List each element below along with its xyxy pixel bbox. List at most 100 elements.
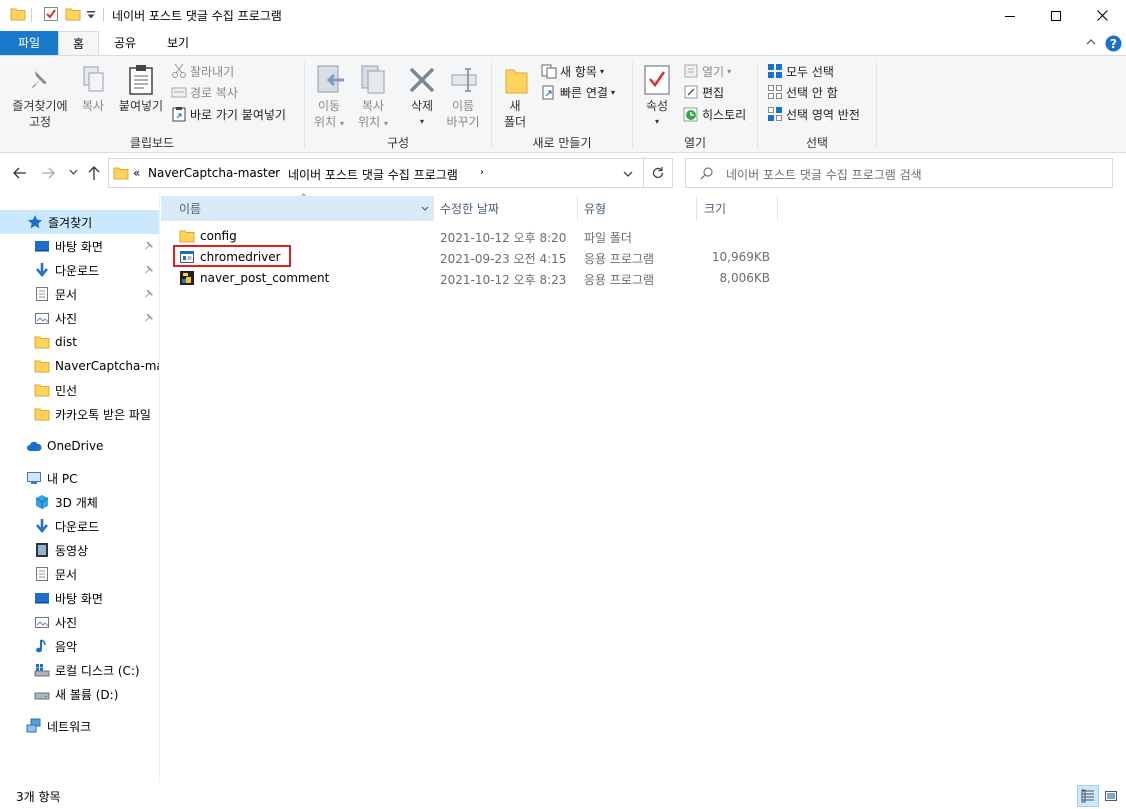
delete-x-icon	[408, 66, 436, 94]
pin-to-quick-access-button[interactable]: 즐겨찾기에 고정	[6, 98, 74, 130]
nav-item-pc-documents[interactable]: 문서	[0, 562, 159, 586]
invert-selection-icon	[768, 107, 782, 121]
nav-item-music[interactable]: 음악	[0, 634, 159, 658]
new-folder-button[interactable]: 새 폴더	[497, 98, 533, 130]
delete-button[interactable]: 삭제 ▾	[402, 98, 442, 130]
file-row[interactable]: config 2021-10-12 오후 8:20 파일 폴더	[161, 226, 781, 247]
nav-item-desktop[interactable]: 바탕 화면	[0, 234, 159, 258]
edit-button[interactable]: 편집	[683, 82, 724, 102]
invert-selection-label: 선택 영역 반전	[786, 107, 860, 122]
nav-item-documents[interactable]: 문서	[0, 282, 159, 306]
tab-home[interactable]: 홈	[58, 31, 99, 56]
nav-this-pc[interactable]: 내 PC	[0, 466, 159, 490]
column-header-size-label: 크기	[704, 202, 727, 216]
column-dropdown-chevron-icon	[421, 206, 429, 211]
forward-arrow-icon[interactable]	[41, 166, 55, 180]
column-divider[interactable]	[777, 196, 778, 221]
details-view-button[interactable]	[1077, 785, 1099, 807]
column-header-name[interactable]: 이름	[161, 196, 434, 221]
paste-button[interactable]: 붙여넣기	[115, 98, 167, 114]
nav-item-pc-desktop[interactable]: 바탕 화면	[0, 586, 159, 610]
nav-onedrive[interactable]: OneDrive	[0, 434, 159, 458]
nav-item-pc-pictures[interactable]: 사진	[0, 610, 159, 634]
windows-drive-icon	[34, 664, 50, 677]
file-type: 파일 폴더	[584, 231, 632, 245]
address-bar[interactable]: « NaverCaptcha-master › 네이버 포스트 댓글 수집 프로…	[108, 158, 644, 188]
paste-shortcut-button[interactable]: 바로 가기 붙여넣기	[171, 104, 286, 124]
nav-item-pc-downloads[interactable]: 다운로드	[0, 514, 159, 538]
search-box[interactable]: 네이버 포스트 댓글 수집 프로그램 검색	[685, 158, 1113, 188]
nav-network[interactable]: 네트워크	[0, 714, 159, 738]
nav-item-drive-c[interactable]: 로컬 디스크 (C:)	[0, 658, 159, 682]
new-folder-label-line2: 폴더	[503, 115, 527, 129]
column-header-date[interactable]: 수정한 날짜	[440, 196, 575, 221]
copy-to-button[interactable]: 복사 위치 ▾	[352, 98, 394, 132]
nav-item-dist[interactable]: dist	[0, 330, 159, 354]
pin-icon[interactable]	[26, 68, 52, 94]
address-dropdown-chevron-icon[interactable]	[623, 171, 633, 178]
column-header-size[interactable]: 크기	[704, 196, 774, 221]
minimize-button[interactable]	[987, 0, 1033, 31]
help-icon[interactable]: ?	[1105, 35, 1122, 52]
breadcrumb-item[interactable]: 네이버 포스트 댓글 수집 프로그램	[288, 166, 458, 183]
column-header-type[interactable]: 유형	[584, 196, 694, 221]
breadcrumb-item[interactable]: NaverCaptcha-master	[148, 166, 280, 180]
tab-share[interactable]: 공유	[104, 31, 146, 55]
cut-button[interactable]: 잘라내기	[171, 61, 234, 81]
large-icons-view-button[interactable]	[1100, 785, 1122, 807]
file-list: 이름 수정한 날짜 유형 크기 config 2021-10-12 오후 8:2…	[161, 193, 1126, 783]
select-none-icon	[768, 85, 782, 99]
close-button[interactable]	[1079, 0, 1125, 31]
file-row[interactable]: naver_post_comment 2021-10-12 오후 8:23 응용…	[161, 268, 781, 289]
history-label: 히스토리	[702, 107, 747, 122]
select-all-button[interactable]: 모두 선택	[767, 61, 834, 81]
easy-access-button[interactable]: 빠른 연결 ▾	[541, 82, 615, 102]
collapse-ribbon-chevron-icon[interactable]	[1086, 38, 1096, 46]
nav-item-3d-objects[interactable]: 3D 개체	[0, 490, 159, 514]
tab-view[interactable]: 보기	[152, 31, 204, 55]
back-arrow-icon[interactable]	[13, 166, 27, 180]
rename-button[interactable]: 이름 바꾸기	[441, 98, 485, 130]
folder-icon	[34, 384, 50, 397]
open-button[interactable]: 열기 ▾	[683, 61, 731, 81]
item-count: 3개 항목	[16, 790, 61, 804]
breadcrumb-overflow[interactable]: «	[133, 166, 140, 180]
desktop-icon	[35, 241, 49, 252]
properties-button[interactable]: 속성 ▾	[638, 98, 676, 130]
history-button[interactable]: 히스토리	[683, 104, 746, 124]
nav-item-navercaptcha[interactable]: NaverCaptcha-mast	[0, 354, 159, 378]
properties-check-icon[interactable]	[43, 6, 59, 22]
column-divider[interactable]	[577, 196, 578, 221]
select-none-button[interactable]: 선택 안 함	[767, 82, 838, 102]
copy-button[interactable]: 복사	[76, 98, 110, 114]
ribbon-tabs: 파일 홈 공유 보기 ?	[0, 31, 1126, 56]
customize-quick-access-icon[interactable]	[86, 10, 96, 20]
nav-item-drive-d[interactable]: 새 볼륨 (D:)	[0, 682, 159, 706]
nav-quick-access[interactable]: 즐겨찾기	[0, 210, 159, 234]
move-to-button[interactable]: 이동 위치 ▾	[308, 98, 350, 132]
refresh-button[interactable]	[643, 158, 673, 188]
nav-item-downloads[interactable]: 다운로드	[0, 258, 159, 282]
move-label-line2: 위치	[314, 115, 337, 129]
column-divider[interactable]	[696, 196, 697, 221]
invert-selection-button[interactable]: 선택 영역 반전	[767, 104, 860, 124]
document-icon	[36, 287, 48, 301]
new-folder-quick-icon[interactable]	[65, 6, 81, 22]
breadcrumb-separator-icon[interactable]: ›	[272, 167, 276, 178]
nav-item-minseon[interactable]: 민선	[0, 378, 159, 402]
maximize-button[interactable]	[1033, 0, 1079, 31]
tab-file[interactable]: 파일	[0, 31, 58, 55]
nav-item-pictures[interactable]: 사진	[0, 306, 159, 330]
nav-item-videos[interactable]: 동영상	[0, 538, 159, 562]
nav-quick-access-label: 즐겨찾기	[48, 215, 93, 230]
music-note-icon	[36, 639, 46, 653]
easy-access-label: 빠른 연결	[560, 85, 608, 100]
details-view-icon	[1081, 789, 1094, 803]
recent-locations-chevron-icon[interactable]	[69, 169, 78, 176]
new-item-button[interactable]: 새 항목 ▾	[541, 61, 604, 81]
group-label-clipboard: 클립보드	[129, 136, 175, 150]
up-arrow-icon[interactable]	[87, 165, 101, 181]
breadcrumb-separator-icon[interactable]: ›	[480, 167, 484, 178]
nav-item-kakaotalk[interactable]: 카카오톡 받은 파일	[0, 402, 159, 426]
copy-path-button[interactable]: 경로 복사	[171, 82, 238, 102]
